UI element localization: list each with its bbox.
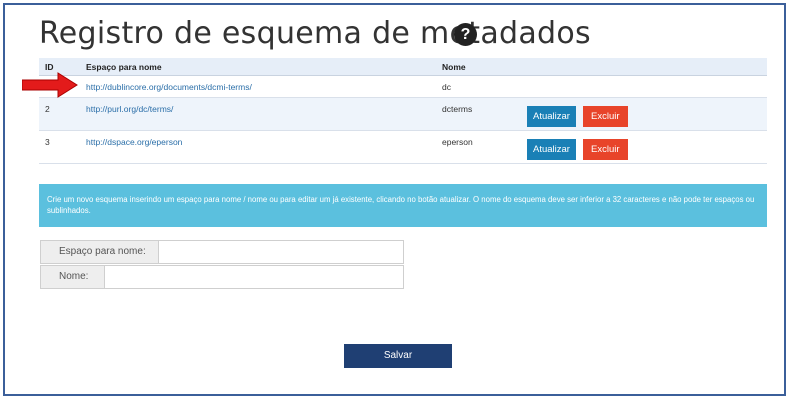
annotation-arrow-icon bbox=[22, 72, 78, 98]
namespace-label: Espaço para nome: bbox=[41, 241, 159, 263]
row-id: 3 bbox=[45, 137, 50, 147]
row-namespace-link[interactable]: http://dspace.org/eperson bbox=[86, 137, 182, 147]
row-id: 2 bbox=[45, 104, 50, 114]
save-button[interactable]: Salvar bbox=[344, 344, 452, 368]
info-alert: Crie um novo esquema inserindo um espaço… bbox=[39, 184, 767, 227]
namespace-input[interactable] bbox=[159, 241, 403, 263]
table-row: http://dublincore.org/documents/dcmi-ter… bbox=[39, 76, 767, 98]
row-name: dcterms bbox=[442, 104, 473, 114]
row-name: eperson bbox=[442, 137, 473, 147]
table-row: 2 http://purl.org/dc/terms/ dcterms Atua… bbox=[39, 98, 767, 131]
header-namespace: Espaço para nome bbox=[86, 62, 162, 72]
namespace-field: Espaço para nome: bbox=[40, 240, 404, 264]
name-label: Nome: bbox=[41, 266, 105, 288]
name-input[interactable] bbox=[105, 266, 403, 288]
row-namespace-link[interactable]: http://purl.org/dc/terms/ bbox=[86, 104, 173, 114]
schema-table: ID Espaço para nome Nome http://dublinco… bbox=[39, 58, 767, 164]
update-button[interactable]: Atualizar bbox=[527, 106, 576, 127]
table-header: ID Espaço para nome Nome bbox=[39, 58, 767, 76]
delete-button[interactable]: Excluir bbox=[583, 139, 628, 160]
update-button[interactable]: Atualizar bbox=[527, 139, 576, 160]
header-id: ID bbox=[45, 62, 54, 72]
delete-button[interactable]: Excluir bbox=[583, 106, 628, 127]
page-title: Registro de esquema de metadados bbox=[39, 16, 591, 51]
row-namespace-link[interactable]: http://dublincore.org/documents/dcmi-ter… bbox=[86, 82, 252, 92]
table-row: 3 http://dspace.org/eperson eperson Atua… bbox=[39, 131, 767, 164]
help-icon[interactable]: ? bbox=[454, 23, 477, 46]
name-field: Nome: bbox=[40, 265, 404, 289]
row-name: dc bbox=[442, 82, 451, 92]
header-name: Nome bbox=[442, 62, 466, 72]
